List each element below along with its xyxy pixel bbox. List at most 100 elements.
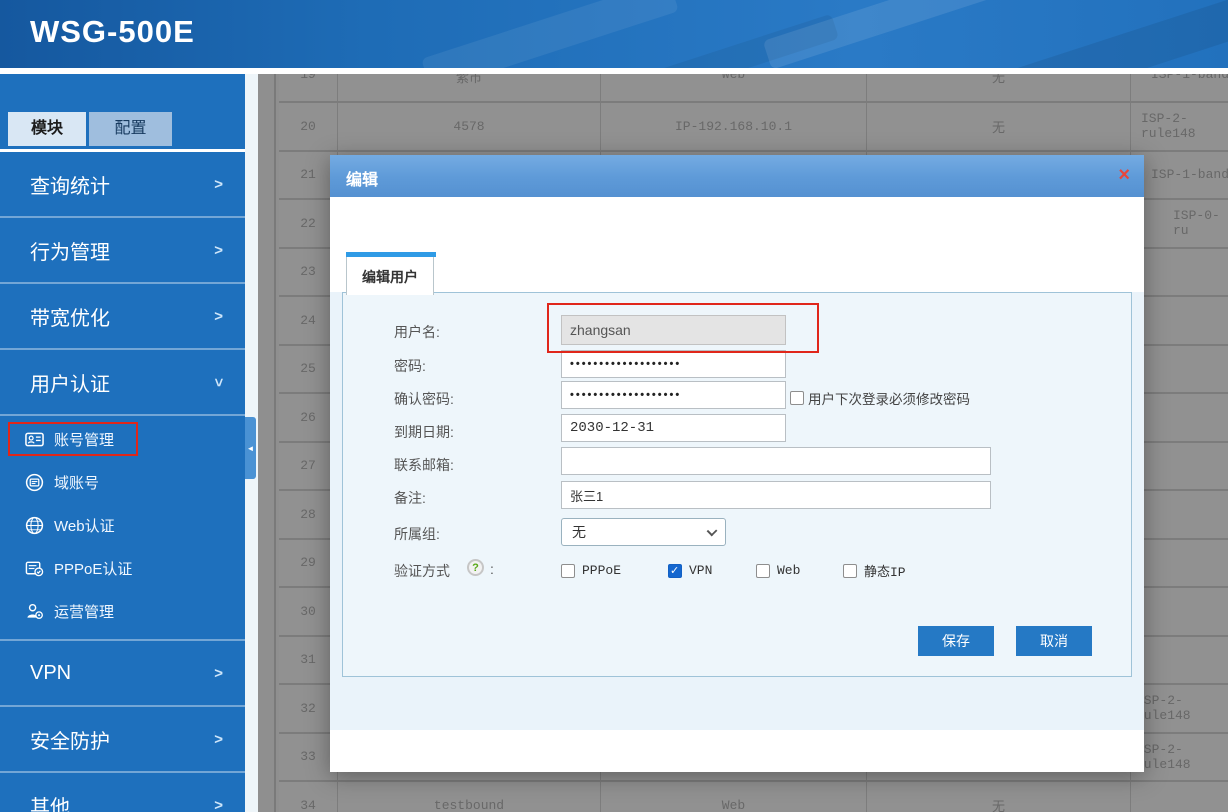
table-cell: [1131, 297, 1228, 344]
close-icon[interactable]: ×: [1118, 163, 1130, 187]
table-cell-text: 24: [300, 312, 316, 328]
table-cell: 无: [867, 782, 1131, 812]
table-cell: [1131, 346, 1228, 393]
sidebar-collapse-handle[interactable]: ◄: [245, 417, 256, 479]
table-cell-text: 31: [300, 652, 316, 668]
cancel-button[interactable]: 取消: [1016, 626, 1092, 656]
confirm-password-label: 确认密码:: [394, 391, 454, 407]
table-cell-text: 33: [300, 749, 316, 765]
email-label: 联系邮箱:: [394, 457, 454, 473]
auth-option-label: Web: [777, 563, 801, 578]
force-change-option[interactable]: 用户下次登录必须修改密码: [790, 388, 970, 408]
auth-option-pppoe[interactable]: PPPoE: [561, 561, 644, 580]
group-select[interactable]: 无: [561, 518, 726, 546]
table-cell: Web: [601, 74, 867, 101]
checkbox-unchecked[interactable]: [843, 563, 857, 578]
table-cell: IP-192.168.10.1: [601, 103, 867, 150]
table-border-line: [274, 74, 276, 812]
table-cell: ISP-0-ru: [1131, 200, 1228, 247]
table-cell-text: 34: [300, 797, 316, 812]
chevron-right-icon: >: [214, 664, 223, 682]
sidebar-item-12[interactable]: 其他 >: [0, 773, 245, 812]
table-cell-text: 无: [991, 120, 1005, 136]
table-cell: [1131, 540, 1228, 587]
remark-label: 备注:: [394, 490, 426, 506]
sidebar-item-label: 其他: [30, 796, 70, 812]
sidebar-item-11[interactable]: 安全防护 >: [0, 707, 245, 773]
sidebar-menu: 查询统计 > 行为管理 > 带宽优化 > 用户认证 > 账号管理 域账号 Web认证 PPPoE认证运…: [0, 152, 245, 812]
sidebar-item-label: 安全防护: [30, 730, 110, 753]
table-cell-text: 4578: [453, 118, 485, 134]
table-cell: ISP-2-rule148: [1131, 685, 1228, 732]
table-cell-text: 27: [300, 458, 316, 474]
tab-edit-user[interactable]: 编辑用户: [346, 252, 436, 295]
sidebar-item-1[interactable]: 查询统计 >: [0, 152, 245, 218]
table-cell-text: 20: [300, 118, 316, 134]
chevron-right-icon: >: [214, 241, 223, 259]
table-cell: [1131, 491, 1228, 538]
collapse-arrow-icon: ◄: [246, 443, 255, 453]
sidebar-subitem-6[interactable]: 域账号: [0, 461, 245, 504]
password-label: 密码:: [394, 358, 426, 374]
auth-method-options: PPPoE VPN Web 静态IP: [561, 561, 930, 580]
edit-dialog-body: 编辑用户 用户名: 密码: 确认密码: 用户下次登录必须修改密码 到期日期: 联…: [330, 197, 1144, 772]
edit-dialog-header[interactable]: 编辑 ×: [330, 155, 1144, 197]
force-change-checkbox[interactable]: [790, 391, 804, 405]
checkbox-checked[interactable]: [668, 563, 682, 578]
table-cell: [1131, 637, 1228, 684]
save-button[interactable]: 保存: [918, 626, 994, 656]
sidebar-submenu: 账号管理 域账号 Web认证 PPPoE认证运营管理: [0, 416, 245, 641]
auth-option-vpn[interactable]: VPN: [668, 561, 732, 580]
auth-option-label: PPPoE: [582, 563, 622, 578]
pppoe-cert-icon: [24, 559, 44, 579]
table-cell: ISP-2-rule148: [1131, 734, 1228, 781]
table-cell-text: 无: [991, 799, 1005, 812]
username-field[interactable]: [561, 315, 786, 345]
app: WSG-500E 模块 配置 查询统计 > 行为管理 > 带宽优化 > 用户认证 > 账号管理域…: [0, 0, 1228, 812]
table-cell-text: 23: [300, 264, 316, 280]
edit-user-form: 用户名: 密码: 确认密码: 用户下次登录必须修改密码 到期日期: 联系邮箱: …: [342, 292, 1132, 677]
sidebar-subitem-label: Web认证: [54, 518, 115, 535]
auth-option-静态ip[interactable]: 静态IP: [843, 561, 906, 580]
expire-date-field[interactable]: [561, 414, 786, 442]
sidebar-item-10[interactable]: VPN >: [0, 641, 245, 707]
checkbox-unchecked[interactable]: [756, 563, 770, 578]
table-cell-text: 无: [991, 74, 1005, 86]
table-cell: 无: [867, 103, 1131, 150]
dialog-title: 编辑: [346, 172, 379, 189]
email-field[interactable]: [561, 447, 991, 475]
sidebar-item-3[interactable]: 带宽优化 >: [0, 284, 245, 350]
sidebar-subitem-8[interactable]: PPPoE认证: [0, 547, 245, 590]
table-cell-text: testbound: [433, 797, 505, 812]
operator-icon: [24, 602, 44, 622]
table-cell: 19: [279, 74, 338, 101]
table-cell-text: 30: [300, 603, 316, 619]
checkbox-unchecked[interactable]: [561, 563, 575, 578]
sidebar-subitem-label: 运营管理: [54, 604, 115, 621]
sidebar-subitem-5[interactable]: 账号管理: [0, 418, 245, 461]
remark-field[interactable]: [561, 481, 991, 509]
chevron-right-icon: >: [214, 730, 223, 748]
sidebar-item-2[interactable]: 行为管理 >: [0, 218, 245, 284]
sidebar-subitem-7[interactable]: Web认证: [0, 504, 245, 547]
table-cell: 20: [279, 103, 338, 150]
password-field[interactable]: [561, 350, 786, 378]
table-cell: [1131, 443, 1228, 490]
table-cell-text: ISP-2-rule148: [1136, 693, 1191, 724]
confirm-password-field[interactable]: [561, 381, 786, 409]
auth-option-web[interactable]: Web: [756, 561, 819, 580]
table-row: 19 紫市 Web 无 ISP-1-band: [279, 74, 1228, 103]
sidebar-item-label: VPN: [30, 661, 72, 684]
tab-module[interactable]: 模块: [8, 112, 86, 146]
chevron-down-icon: >: [210, 377, 228, 387]
sidebar: 模块 配置 查询统计 > 行为管理 > 带宽优化 > 用户认证 > 账号管理 域账号 Web认证 PP…: [0, 74, 245, 812]
sidebar-item-4[interactable]: 用户认证 >: [0, 350, 245, 416]
auth-method-colon: :: [490, 561, 494, 577]
tab-config[interactable]: 配置: [89, 112, 172, 146]
header-bg-decoration: [982, 0, 1228, 68]
sidebar-subitem-9[interactable]: 运营管理: [0, 590, 245, 633]
table-cell-text: Web: [721, 74, 746, 82]
globe-icon: [24, 516, 44, 536]
help-icon[interactable]: ?: [467, 559, 484, 576]
table-cell: [1131, 588, 1228, 635]
